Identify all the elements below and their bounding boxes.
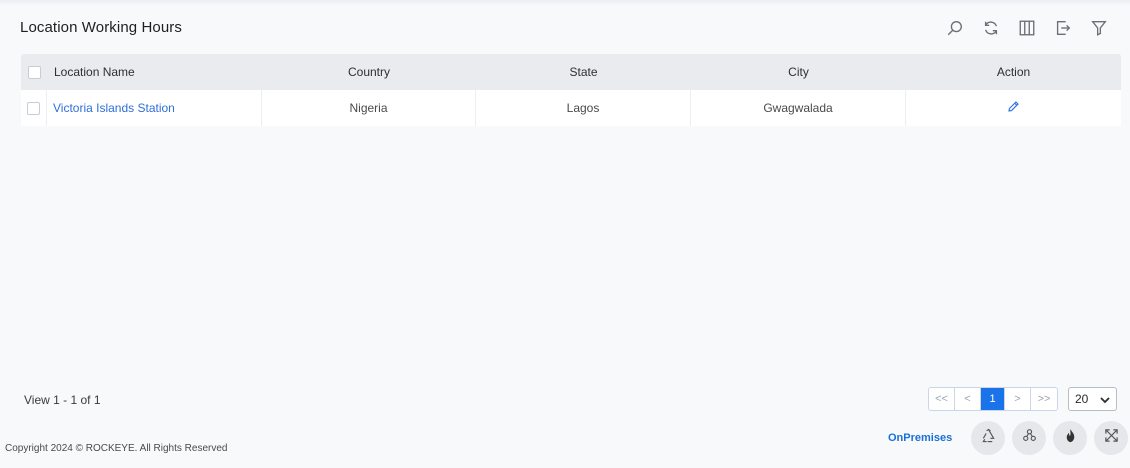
floating-actions [971,421,1128,455]
search-button[interactable] [942,19,968,41]
page-number-button[interactable]: 1 [981,388,1005,410]
page-title: Location Working Hours [20,19,182,36]
action-cell [906,90,1121,126]
location-name-cell: Victoria Islands Station [47,90,262,126]
recycle-icon [981,428,996,448]
edit-pencil-icon[interactable] [1007,100,1020,116]
state-cell: Lagos [476,90,691,126]
prev-page-button[interactable]: < [955,388,981,410]
page-size-value: 20 [1075,392,1089,406]
select-all-checkbox[interactable] [27,65,41,79]
row-checkbox[interactable] [27,101,40,115]
next-page-button[interactable]: > [1005,388,1031,410]
refresh-button[interactable] [978,19,1004,41]
export-icon [1054,19,1072,42]
last-page-button[interactable]: >> [1031,388,1057,410]
country-cell: Nigeria [262,90,476,126]
page-size-select[interactable]: 20 [1068,387,1117,411]
pagination: << < 1 > >> [928,387,1058,411]
expand-icon [1104,428,1119,448]
top-shadow [0,0,1130,6]
refresh-icon [982,19,1000,42]
deployment-mode-label[interactable]: OnPremises [888,432,952,444]
city-cell: Gwagwalada [691,90,906,126]
recycle-button[interactable] [971,421,1005,455]
row-select-cell [21,90,47,126]
copyright-text: Copyright 2024 © ROCKEYE. All Rights Res… [5,443,228,454]
column-header-country[interactable]: Country [262,54,476,90]
header-select-cell [21,54,47,90]
location-name-link[interactable]: Victoria Islands Station [53,101,175,115]
columns-button[interactable] [1014,19,1040,41]
location-grid: Location Name Country State City Action … [21,54,1121,126]
export-button[interactable] [1050,19,1076,41]
column-header-state[interactable]: State [476,54,691,90]
flame-icon [1063,428,1078,448]
column-header-action: Action [996,65,1031,79]
chevron-down-icon [1099,394,1111,409]
grid-toolbar [942,19,1112,41]
table-row: Victoria Islands Station Nigeria Lagos G… [21,90,1121,126]
column-header-location-name[interactable]: Location Name [47,54,262,90]
first-page-button[interactable]: << [929,388,955,410]
grid-header-row: Location Name Country State City Action [21,54,1121,90]
columns-icon [1018,19,1036,42]
filter-button[interactable] [1086,19,1112,41]
nodes-icon [1022,428,1037,448]
filter-icon [1090,19,1108,42]
expand-button[interactable] [1094,421,1128,455]
column-header-city[interactable]: City [691,54,906,90]
search-icon [946,19,964,42]
nodes-button[interactable] [1012,421,1046,455]
flame-button[interactable] [1053,421,1087,455]
pager-info: View 1 - 1 of 1 [24,393,101,407]
